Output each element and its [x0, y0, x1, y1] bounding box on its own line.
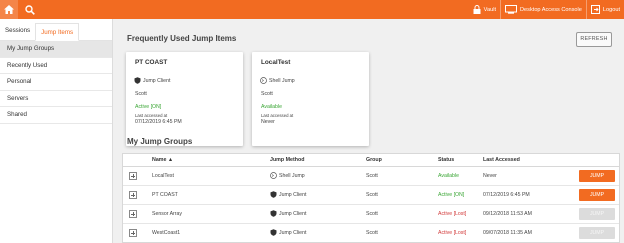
table-row[interactable]: PT COAST Jump Client Scott Active [ON] 0…	[123, 186, 619, 205]
card-accessed-value: Never	[261, 119, 275, 125]
row-group: Scott	[366, 211, 378, 217]
row-group: Scott	[366, 230, 378, 236]
card-accessed-value: 07/12/2019 6:45 PM	[135, 119, 182, 125]
row-method: Jump Client	[270, 229, 306, 236]
row-last-accessed: 07/12/2019 6:45 PM	[483, 192, 530, 198]
row-method-label: Jump Client	[279, 229, 307, 236]
expand-icon[interactable]	[129, 229, 137, 237]
row-status: Active [Lost]	[438, 211, 467, 217]
sidebar: Sessions Jump Items My Jump Groups Recen…	[0, 19, 113, 243]
shell-icon	[270, 172, 277, 179]
expand-icon[interactable]	[129, 210, 137, 218]
home-icon[interactable]	[0, 0, 18, 19]
shield-icon	[270, 191, 277, 198]
card-title: LocalTest	[261, 59, 291, 66]
row-group: Scott	[366, 173, 378, 179]
header-last-accessed[interactable]: Last Accessed	[483, 157, 520, 163]
jump-groups-title: My Jump Groups	[127, 137, 193, 146]
lock-icon	[473, 5, 481, 14]
shield-icon	[270, 229, 277, 236]
row-method-label: Jump Client	[279, 191, 307, 198]
table-row[interactable]: Sensor Array Jump Client Scott Active [L…	[123, 205, 619, 224]
vault-label: Vault	[483, 6, 497, 13]
card-user: Scott	[135, 91, 147, 97]
top-bar: Vault Desktop Access Console Logout	[0, 0, 624, 19]
row-status: Available	[438, 173, 459, 179]
table-row[interactable]: LocalTest Shell Jump Scott Available Nev…	[123, 167, 619, 186]
table-row[interactable]: WestCoast1 Jump Client Scott Active [Los…	[123, 224, 619, 242]
tab-sessions[interactable]: Sessions	[0, 22, 35, 40]
row-method-label: Jump Client	[279, 210, 307, 217]
card-status: Available	[261, 104, 282, 110]
sidebar-item-shared[interactable]: Shared	[0, 107, 112, 124]
console-icon	[505, 5, 518, 14]
header-status[interactable]: Status	[438, 157, 454, 163]
tab-jump-items[interactable]: Jump Items	[35, 23, 80, 41]
row-method: Shell Jump	[270, 172, 305, 179]
card-method-label: Jump Client	[143, 77, 171, 84]
shell-icon	[260, 77, 267, 84]
shield-icon	[134, 77, 141, 84]
logout-button[interactable]: Logout	[587, 0, 624, 19]
sidebar-item-recently-used[interactable]: Recently Used	[0, 58, 112, 74]
table-header: Name ▲ Jump Method Group Status Last Acc…	[123, 154, 619, 167]
row-last-accessed: 09/12/2018 11:53 AM	[483, 211, 532, 217]
jump-item-card-pt-coast[interactable]: PT COAST Jump Client Scott Active [ON] L…	[126, 52, 243, 146]
row-group: Scott	[366, 192, 378, 198]
card-accessed-label: Last accessed at	[261, 113, 294, 118]
row-status: Active [ON]	[438, 192, 465, 198]
card-status: Active [ON]	[135, 104, 162, 110]
jump-button[interactable]: JUMP	[579, 227, 615, 239]
card-method: Jump Client	[134, 77, 170, 84]
jump-button[interactable]: JUMP	[579, 208, 615, 220]
header-name[interactable]: Name ▲	[152, 157, 173, 163]
row-name: PT COAST	[152, 192, 178, 198]
row-name: WestCoast1	[152, 230, 181, 236]
jump-button[interactable]: JUMP	[579, 189, 615, 201]
header-group[interactable]: Group	[366, 157, 382, 163]
logout-icon	[590, 5, 600, 14]
card-method-label: Shell Jump	[269, 77, 295, 84]
row-last-accessed: Never	[483, 173, 497, 179]
expand-icon[interactable]	[129, 191, 137, 199]
jump-button[interactable]: JUMP	[579, 170, 615, 182]
header-jump-method[interactable]: Jump Method	[270, 157, 304, 163]
sidebar-tabs: Sessions Jump Items	[0, 19, 112, 41]
row-method-label: Shell Jump	[279, 172, 305, 179]
card-accessed-label: Last accessed at	[135, 113, 168, 118]
row-method: Jump Client	[270, 191, 306, 198]
desktop-access-console-button[interactable]: Desktop Access Console	[501, 0, 586, 19]
row-method: Jump Client	[270, 210, 306, 217]
row-status: Active [Lost]	[438, 230, 467, 236]
sidebar-item-personal[interactable]: Personal	[0, 74, 112, 91]
row-name: Sensor Array	[152, 211, 182, 217]
expand-icon[interactable]	[129, 172, 137, 180]
jump-item-card-localtest[interactable]: LocalTest Shell Jump Scott Available Las…	[252, 52, 369, 146]
desktop-console-label: Desktop Access Console	[520, 6, 582, 13]
logout-label: Logout	[602, 6, 620, 13]
shield-icon	[270, 210, 277, 217]
row-name: LocalTest	[152, 173, 174, 179]
sidebar-item-servers[interactable]: Servers	[0, 91, 112, 107]
card-user: Scott	[261, 91, 273, 97]
frequent-items-title: Frequently Used Jump Items	[127, 34, 237, 43]
sidebar-item-my-jump-groups[interactable]: My Jump Groups	[0, 41, 112, 58]
card-title: PT COAST	[135, 59, 168, 66]
card-method: Shell Jump	[260, 77, 295, 84]
row-last-accessed: 09/07/2018 11:35 AM	[483, 230, 532, 236]
main-content: Frequently Used Jump Items REFRESH PT CO…	[113, 19, 624, 243]
jump-items-table: Name ▲ Jump Method Group Status Last Acc…	[122, 153, 620, 243]
search-icon[interactable]	[21, 0, 39, 19]
vault-button[interactable]: Vault	[469, 0, 500, 19]
refresh-button[interactable]: REFRESH	[576, 32, 612, 47]
